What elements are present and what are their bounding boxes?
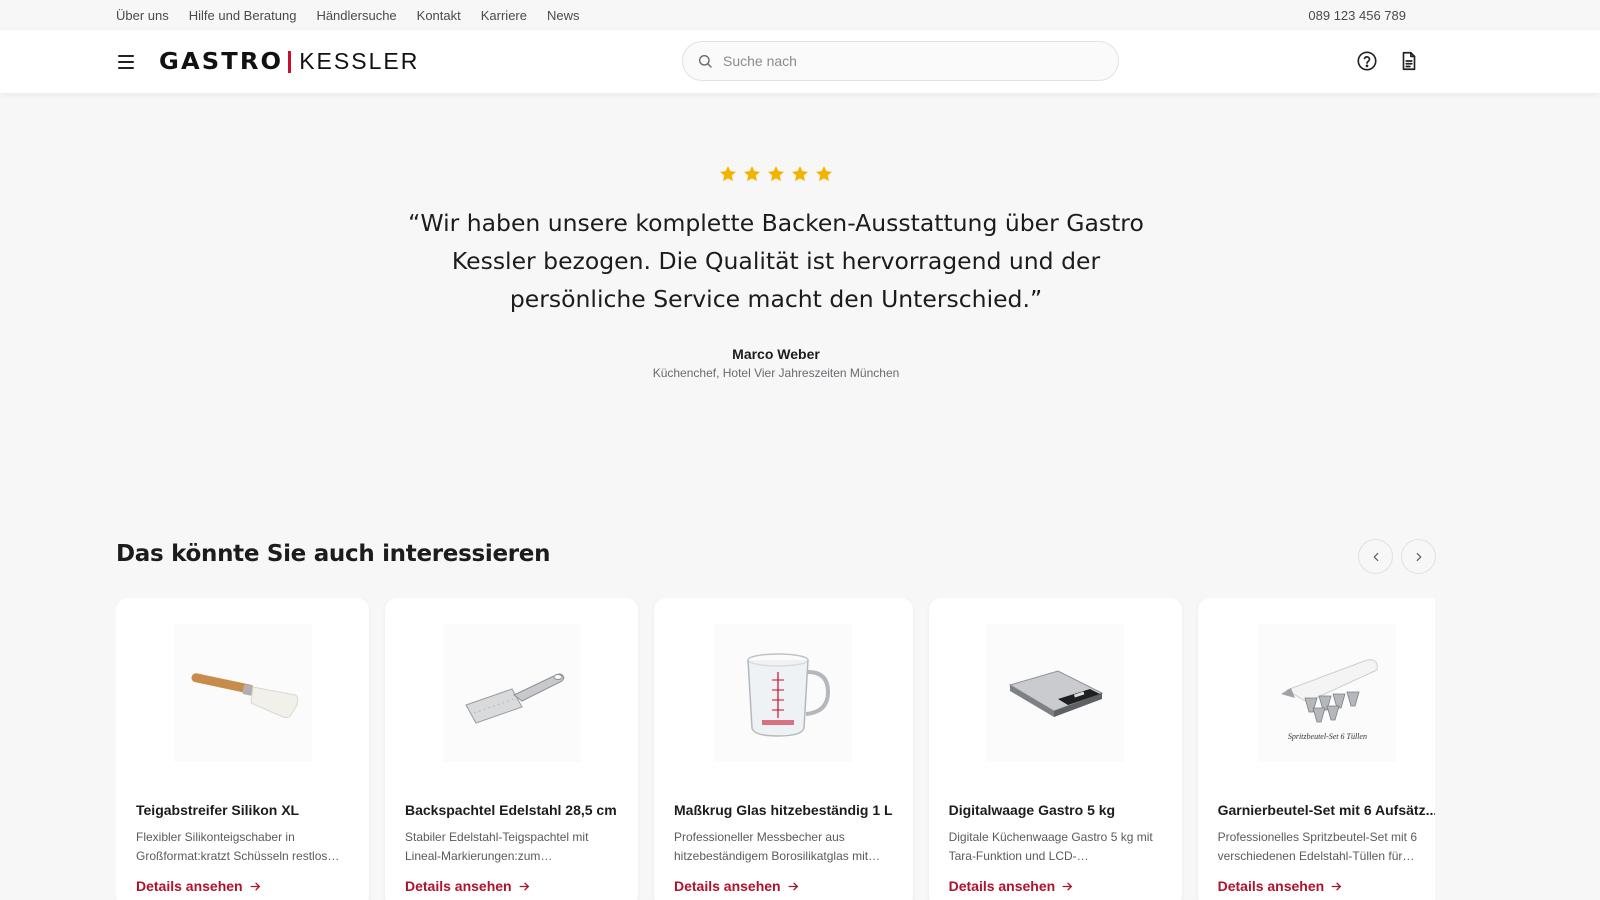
product-title[interactable]: Garnierbeutel-Set mit 6 Aufsätz... (1218, 802, 1435, 818)
product-title[interactable]: Backspachtel Edelstahl 28,5 cm (405, 802, 618, 818)
product-details-link[interactable]: Details ansehen (405, 878, 531, 894)
product-image[interactable] (986, 624, 1125, 762)
product-details-label: Details ansehen (405, 878, 512, 894)
document-icon[interactable] (1398, 50, 1420, 72)
header-actions (1356, 50, 1420, 72)
utility-link-contact[interactable]: Kontakt (417, 8, 461, 23)
kitchen-scale-icon (1008, 670, 1104, 717)
product-title[interactable]: Teigabstreifer Silikon XL (136, 802, 349, 818)
recommendations-heading: Das könnte Sie auch interessieren (116, 541, 551, 567)
chevron-right-icon (1416, 552, 1421, 561)
dough-scraper-icon (464, 673, 565, 724)
product-image[interactable] (173, 624, 312, 762)
utility-link-help[interactable]: Hilfe und Beratung (189, 8, 297, 23)
star-icon (768, 166, 784, 182)
arrow-right-icon (250, 882, 260, 890)
carousel-controls (1358, 539, 1436, 574)
product-details-label: Details ansehen (948, 878, 1056, 894)
product-card[interactable]: Spritzbeutel-Set 6 Tüllen Garnierbeutel-… (1197, 598, 1435, 900)
product-description: Flexibler Silikonteigschaber in Großform… (136, 830, 340, 863)
product-details-link[interactable]: Details ansehen (1218, 878, 1344, 894)
search-bar[interactable] (682, 41, 1119, 81)
product-description: Professioneller Messbecher aus hitzebest… (674, 830, 881, 863)
chevron-left-icon (1373, 552, 1378, 561)
product-image-caption: Spritzbeutel-Set 6 Tüllen (1287, 731, 1367, 741)
utility-link-dealer-search[interactable]: Händlersuche (316, 8, 396, 23)
measuring-jug-icon (747, 653, 831, 737)
utility-bar: Über uns Hilfe und Beratung Händlersuche… (0, 0, 1600, 30)
testimonial-author-role: Küchenchef, Hotel Vier Jahreszeiten Münc… (652, 366, 900, 380)
product-carousel: Teigabstreifer Silikon XL Flexibler Sili… (116, 598, 1435, 900)
testimonial: “Wir haben unsere komplette Backen-Ausst… (0, 164, 1552, 380)
help-icon[interactable] (1356, 50, 1378, 72)
logo-kessler-text: KESSLER (299, 48, 420, 74)
product-details-label: Details ansehen (1217, 878, 1325, 894)
product-card[interactable]: Digitalwaage Gastro 5 kg Digitale Küchen… (928, 598, 1182, 900)
product-title[interactable]: Maßkrug Glas hitzebeständig 1 L (674, 802, 893, 818)
product-card[interactable]: Maßkrug Glas hitzebeständig 1 L Professi… (654, 598, 913, 900)
hamburger-menu-icon[interactable] (116, 51, 138, 73)
arrow-right-icon (1062, 882, 1073, 890)
product-title[interactable]: Digitalwaage Gastro 5 kg (949, 802, 1162, 818)
utility-nav: Über uns Hilfe und Beratung Händlersuche… (116, 8, 580, 23)
product-image[interactable] (714, 624, 853, 762)
utility-link-careers[interactable]: Karriere (481, 8, 527, 23)
carousel-next-button[interactable] (1401, 539, 1436, 574)
main-header: GASTRO KESSLER (0, 30, 1600, 93)
search-icon (699, 55, 712, 68)
star-icon (744, 166, 760, 182)
product-description: Digitale Küchenwaage Gastro 5 kg mit Tar… (948, 830, 1153, 863)
arrow-right-icon (1331, 882, 1342, 890)
utility-link-about[interactable]: Über uns (116, 8, 169, 23)
product-details-label: Details ansehen (136, 878, 243, 894)
brand-logo[interactable]: GASTRO KESSLER (159, 48, 420, 75)
product-details-label: Details ansehen (674, 878, 781, 894)
star-rating (0, 164, 1552, 184)
testimonial-quote: “Wir haben unsere komplette Backen-Ausst… (408, 209, 1144, 313)
star-icon (720, 166, 736, 182)
product-description: Stabiler Edelstahl-Teigspachtel mit Line… (405, 830, 589, 863)
star-icon (816, 166, 832, 182)
product-details-link[interactable]: Details ansehen (136, 878, 262, 894)
product-details-link[interactable]: Details ansehen (674, 878, 800, 894)
product-details-link[interactable]: Details ansehen (949, 878, 1075, 894)
product-card[interactable]: Teigabstreifer Silikon XL Flexibler Sili… (116, 598, 369, 900)
utility-link-news[interactable]: News (547, 8, 580, 23)
product-description: Professionelles Spritzbeutel-Set mit 6 v… (1217, 830, 1418, 863)
phone-number[interactable]: 089 123 456 789 (1308, 8, 1406, 23)
spatula-icon (190, 673, 298, 719)
arrow-right-icon (519, 882, 529, 890)
arrow-right-icon (788, 882, 798, 890)
star-icon (792, 166, 808, 182)
product-image[interactable] (442, 624, 581, 762)
piping-bag-icon (1281, 658, 1379, 722)
search-input[interactable] (723, 53, 1083, 69)
carousel-prev-button[interactable] (1358, 539, 1393, 574)
logo-gastro-text: GASTRO (159, 48, 284, 75)
product-image[interactable]: Spritzbeutel-Set 6 Tüllen (1258, 624, 1397, 762)
logo-divider (288, 50, 292, 73)
testimonial-author: Marco Weber (732, 346, 820, 362)
product-card[interactable]: Backspachtel Edelstahl 28,5 cm Stabiler … (385, 598, 638, 900)
